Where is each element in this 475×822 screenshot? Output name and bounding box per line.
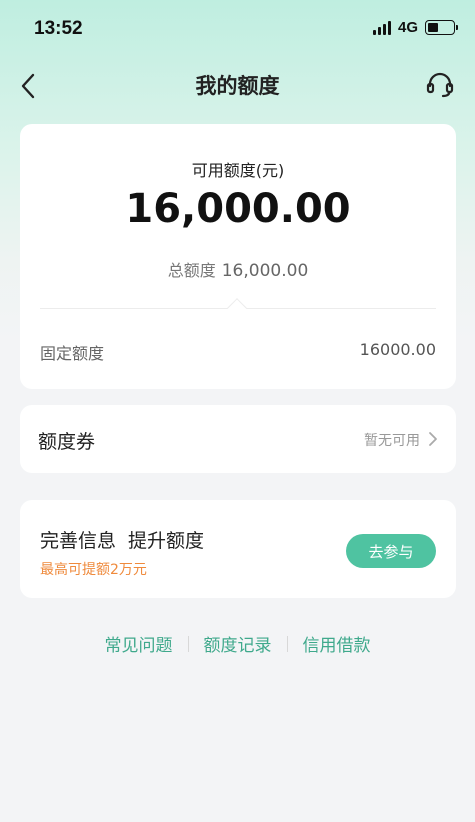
total-credit-label: 总额度 [167, 261, 216, 280]
promo-subtitle: 最高可提额2万元 [40, 562, 147, 578]
network-type: 4G [397, 19, 418, 36]
available-credit-label: 可用额度(元) [191, 161, 285, 180]
join-button[interactable]: 去参与 [346, 534, 436, 568]
total-credit-row: 总额度 16,000.00 [20, 257, 456, 281]
nav-bar: 我的额度 [0, 58, 475, 114]
fixed-credit-label: 固定额度 [40, 344, 105, 363]
cellular-signal-icon [372, 20, 391, 35]
battery-fill [428, 23, 438, 32]
total-credit-value: 16,000.00 [221, 261, 309, 281]
coupon-status: 暂无可用 [364, 433, 420, 449]
fixed-credit-value: 16000.00 [359, 340, 436, 359]
available-credit-value: 16,000.00 [125, 186, 351, 232]
improve-info-card: 完善信息 提升额度 最高可提额2万元 去参与 [20, 500, 456, 598]
credit-coupon-row[interactable]: 额度券 暂无可用 [20, 405, 456, 473]
link-separator [187, 635, 189, 652]
credit-loan-link[interactable]: 信用借款 [303, 631, 371, 656]
credit-summary-card: 可用额度(元) 16,000.00 总额度 16,000.00 固定额度 1600… [20, 124, 456, 389]
status-time: 13:52 [34, 18, 83, 39]
link-separator [286, 635, 288, 652]
divider-notch [227, 298, 247, 318]
faq-link[interactable]: 常见问题 [105, 631, 173, 656]
status-indicators: 4G [372, 19, 458, 36]
coupon-label: 额度券 [38, 431, 96, 453]
promo-title: 完善信息 提升额度 [40, 530, 205, 552]
status-bar: 13:52 4G [0, 0, 475, 58]
footer-links: 常见问题 额度记录 信用借款 [0, 631, 475, 656]
page-title: 我的额度 [195, 74, 280, 98]
battery-icon [425, 20, 458, 35]
headset-support-icon[interactable] [425, 70, 455, 100]
credit-records-link[interactable]: 额度记录 [204, 631, 272, 656]
chevron-right-icon [428, 431, 438, 447]
